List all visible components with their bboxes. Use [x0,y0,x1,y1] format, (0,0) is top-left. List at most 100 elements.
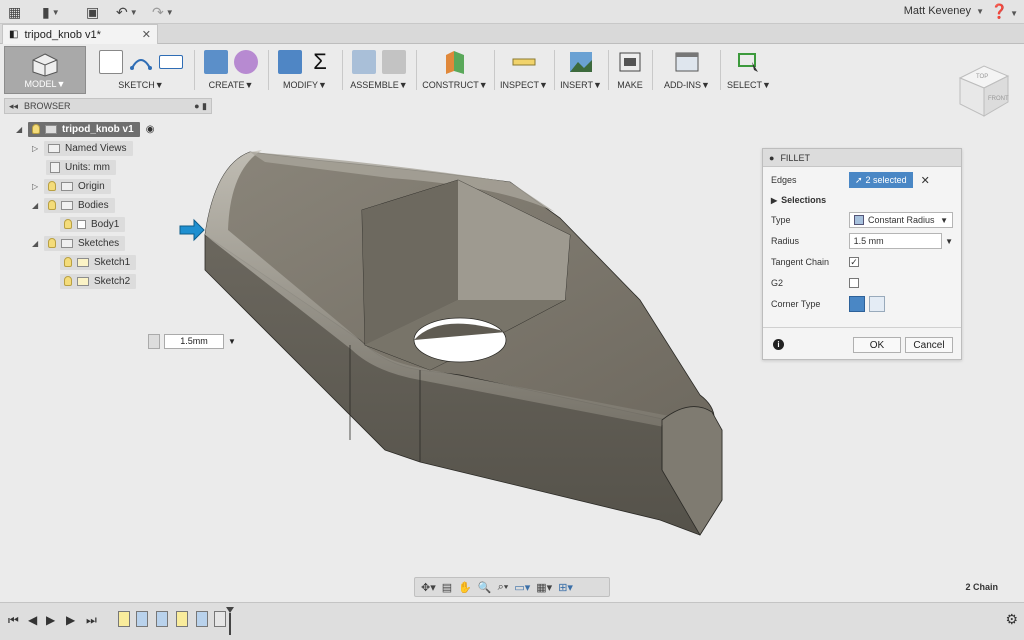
ok-button[interactable]: OK [853,337,901,353]
press-pull-icon[interactable] [278,50,302,74]
activate-radio-icon[interactable]: ◉ [146,124,155,135]
visibility-bulb-icon[interactable] [32,124,40,134]
radius-input[interactable]: 1.5 mm [848,233,943,249]
edge-arrow-icon [179,218,205,242]
dimension-value[interactable]: 1.5mm [164,333,224,349]
user-menu[interactable]: Matt Keveney ▼ [904,5,984,17]
type-select[interactable]: Constant Radius ▼ [849,212,953,228]
edges-selection[interactable]: ➚ 2 selected [849,172,913,188]
file-icon[interactable]: ▮ ▼ [42,3,60,21]
joint-icon[interactable] [382,50,406,74]
timeline-extrude-icon[interactable] [196,611,208,627]
component-icon[interactable] [352,50,376,74]
gear-icon[interactable]: ⚙ [1005,611,1018,628]
redo-icon[interactable]: ↷ ▼ [152,3,174,21]
chevron-down-icon[interactable]: ▼ [228,337,236,346]
ribbon-toolbar: MODEL▼ SKETCH▼ CREATE▼ Σ MODIFY▼ ASSEMBL… [0,44,1024,96]
browser-item-bodies[interactable]: ◢ Bodies [32,197,115,213]
collapse-icon[interactable]: ● [769,153,774,163]
tangent-chain-checkbox[interactable]: ✓ [849,257,859,267]
add-ins-group[interactable]: ADD-INS▼ [658,47,716,93]
chevron-down-icon[interactable]: ▼ [945,237,953,246]
fillet-header[interactable]: ● FILLET [763,149,961,167]
browser-item-sketch1[interactable]: Sketch1 [60,254,137,270]
timeline-extrude-icon[interactable] [136,611,148,627]
printer-icon[interactable] [617,50,643,74]
grid-icon[interactable]: ▦ [8,3,21,21]
view-cube[interactable]: TOP FRONT [950,56,1016,122]
zoom-icon[interactable]: 🔍 [478,581,492,594]
selections-section[interactable]: ▶ Selections [771,191,953,209]
chevron-down-icon: ▼ [940,215,948,225]
corner-setback-icon[interactable] [869,296,885,312]
document-tab[interactable]: ◧ tripod_knob v1* ✕ [2,24,158,44]
pan-icon[interactable]: ✋ [458,581,472,594]
plane-icon[interactable] [442,49,468,75]
insert-group[interactable]: INSERT▼ [558,47,604,93]
dimension-input[interactable]: 1.5mm ▼ [148,331,238,351]
browser-root[interactable]: ◢ tripod_knob v1 ◉ [16,121,154,137]
info-icon[interactable]: i [773,339,784,350]
help-icon[interactable]: ❓ ▼ [991,3,1018,20]
timeline-sketch-icon[interactable] [118,611,130,627]
browser-item-sketch2[interactable]: Sketch2 [60,273,137,289]
document-tab-bar: ◧ tripod_knob v1* ✕ [0,24,1024,44]
rectangle-icon[interactable] [159,55,183,69]
timeline-fillet-icon[interactable] [214,611,226,627]
timeline-sketch-icon[interactable] [176,611,188,627]
browser-title: BROWSER [24,101,71,111]
browser-item-origin[interactable]: ▷ Origin [32,178,111,194]
browser-item-body1[interactable]: Body1 [60,216,126,232]
workspace-switcher[interactable]: MODEL▼ [4,46,86,94]
timeline-marker[interactable] [226,607,234,635]
browser-item-named-views[interactable]: ▷ Named Views [32,140,133,156]
select-group[interactable]: SELECT▼ [724,47,774,93]
browser-header[interactable]: ◂◂ BROWSER ● ▮ [4,98,212,114]
sketch-pencil-icon[interactable] [99,50,123,74]
skip-end-icon[interactable]: ⏭ [86,613,97,628]
measure-icon[interactable] [511,50,537,74]
folder-icon [61,200,73,210]
close-icon[interactable]: ✕ [142,28,151,41]
folder-icon [61,238,73,248]
orbit-icon[interactable]: ✥▾ [421,581,436,594]
pin-icon[interactable]: ● ▮ [194,101,207,112]
skip-start-icon[interactable]: ⏮ [8,613,19,628]
construct-group[interactable]: CONSTRUCT▼ [420,47,490,93]
knob-body[interactable] [204,150,723,536]
sketch-group[interactable]: SKETCH▼ [92,47,190,93]
create-group[interactable]: CREATE▼ [198,47,264,93]
save-icon[interactable]: ▣ [86,3,99,21]
arc-icon[interactable] [129,50,153,74]
undo-icon[interactable]: ↶ ▼ [116,3,138,21]
inspect-group[interactable]: INSPECT▼ [498,47,550,93]
cancel-button[interactable]: Cancel [905,337,953,353]
make-group[interactable]: MAKE [612,47,648,93]
timeline-extrude-icon[interactable] [156,611,168,627]
document-title: tripod_knob v1* [24,28,101,41]
extrude-icon[interactable] [204,50,228,74]
clear-selection-icon[interactable]: ✕ [921,174,930,187]
select-icon[interactable] [736,50,762,74]
script-icon[interactable] [674,50,700,74]
play-icon[interactable]: ▶ [46,613,55,627]
step-back-icon[interactable]: ◀ [28,613,37,627]
drag-handle-icon[interactable] [148,333,160,349]
image-icon[interactable] [568,50,594,74]
form-icon[interactable] [234,50,258,74]
viewports-icon[interactable]: ⊞▾ [558,581,573,594]
grid-settings-icon[interactable]: ▦▾ [536,581,552,594]
look-at-icon[interactable]: ▤ [442,581,452,594]
display-settings-icon[interactable]: ▭▾ [514,581,530,594]
g2-checkbox[interactable] [849,278,859,288]
modify-group[interactable]: Σ MODIFY▼ [272,47,338,93]
collapse-icon[interactable]: ◂◂ [9,101,18,112]
browser-item-sketches[interactable]: ◢ Sketches [32,235,126,251]
step-forward-icon[interactable]: ▶ [66,613,75,627]
fit-icon[interactable]: ⌕▾ [498,581,509,594]
corner-rolling-ball-icon[interactable] [849,296,865,312]
insert-label: INSERT▼ [560,80,602,90]
sigma-icon[interactable]: Σ [308,50,332,74]
assemble-group[interactable]: ASSEMBLE▼ [346,47,412,93]
browser-item-units[interactable]: Units: mm [46,159,116,175]
